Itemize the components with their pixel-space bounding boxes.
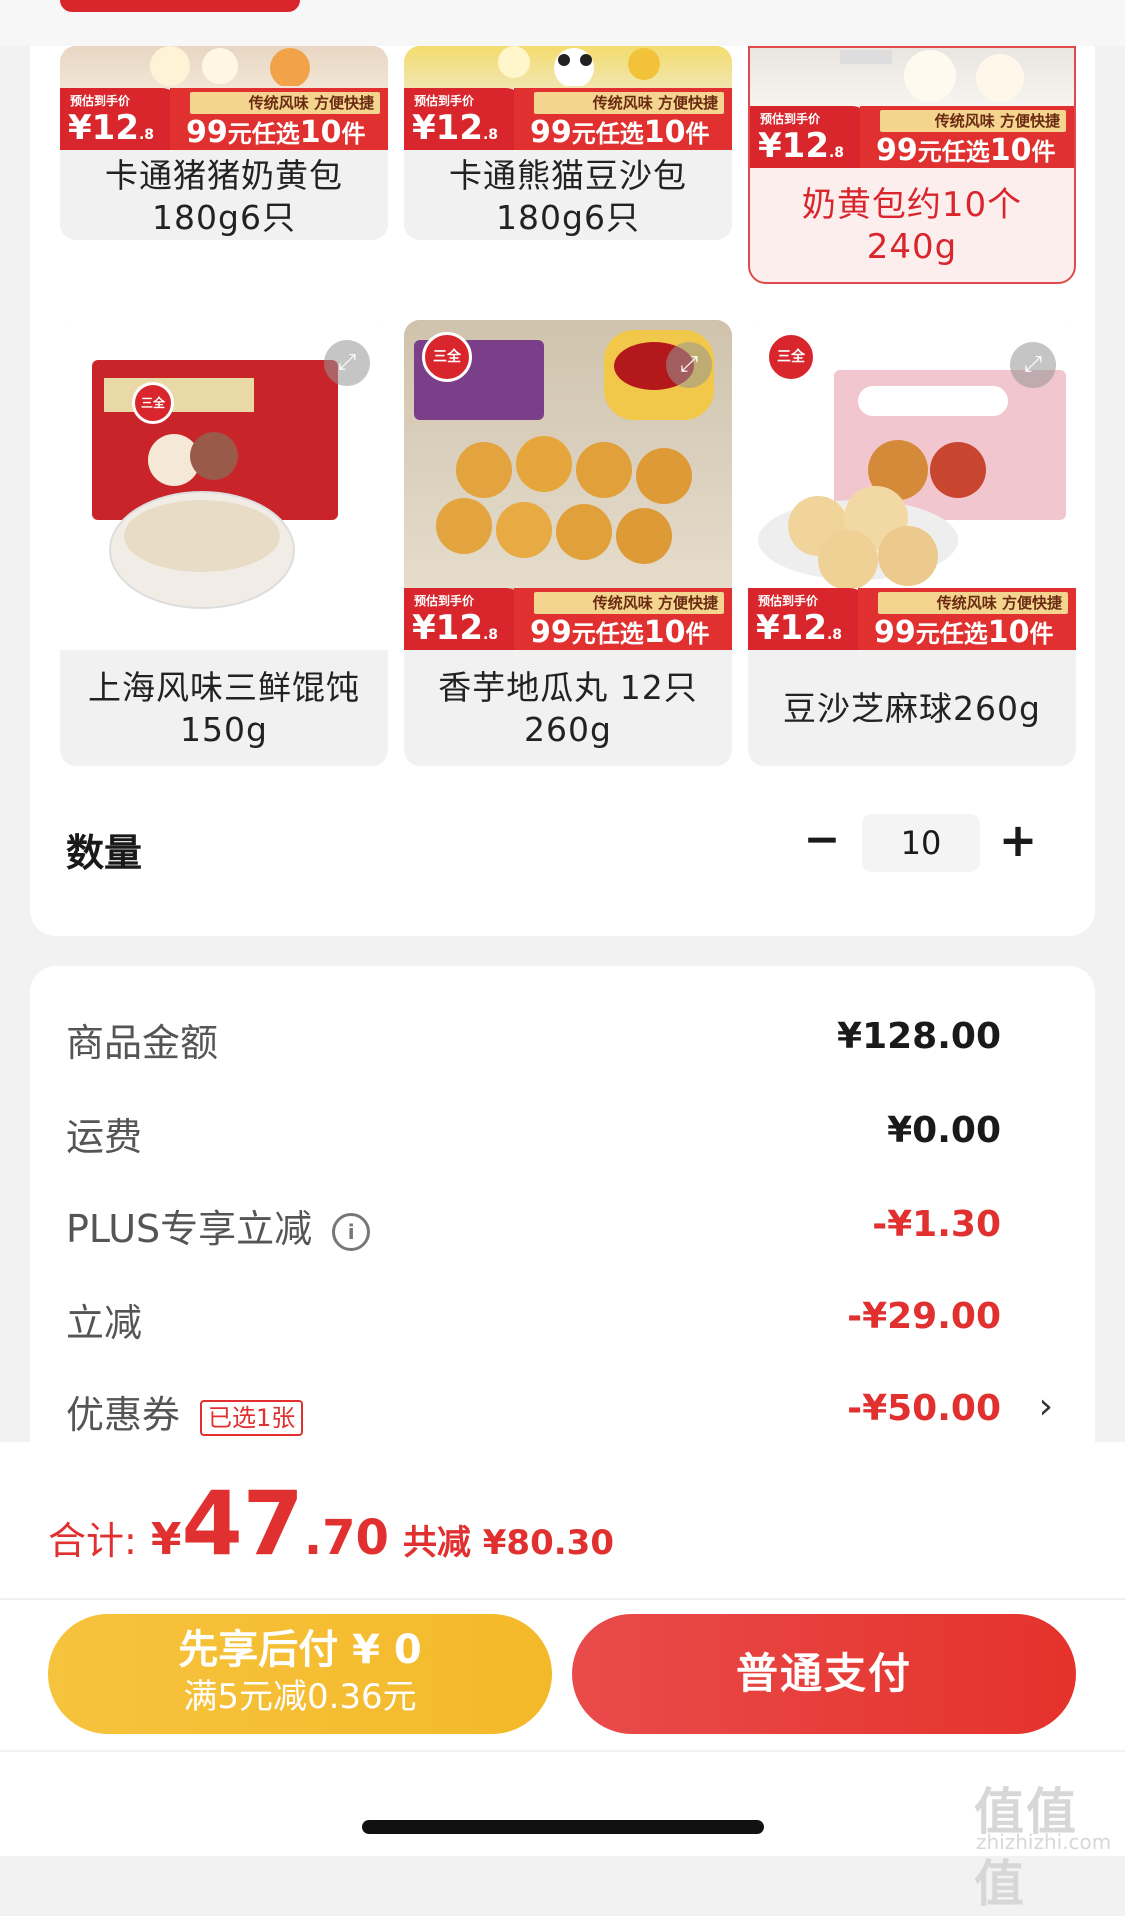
tagline: 传统风味 方便快捷 [190, 92, 380, 114]
chevron-right-icon[interactable]: › [1039, 1386, 1053, 1427]
currency-symbol: ¥ [150, 1514, 182, 1565]
total-integer: 47 [181, 1472, 304, 1575]
product-image: 三全 ⤢ 传统风味 方便快捷 预估到手价 ¥12.8 99元任选10件 [748, 320, 1076, 650]
tagline: 传统风味 方便快捷 [880, 110, 1066, 132]
product-image: 三全 ⤢ 传统风味 方便快捷 预估到手价 ¥12.8 99元任选10件 [404, 320, 732, 650]
tagline: 传统风味 方便快捷 [534, 92, 724, 114]
price-banner: 传统风味 方便快捷 预估到手价 ¥12.8 99元任选10件 [404, 88, 732, 150]
price-banner: 传统风味 方便快捷 预估到手价 ¥12.8 99元任选10件 [750, 106, 1074, 168]
estimated-price: ¥12.8 [412, 608, 499, 648]
total-savings: 共减 ¥80.30 [402, 1523, 614, 1563]
quantity-decrease-button[interactable]: − [800, 810, 844, 870]
info-icon[interactable]: i [332, 1212, 371, 1251]
plus-discount-value: -¥1.30 [872, 1204, 1001, 1245]
quantity-increase-button[interactable]: + [996, 810, 1040, 870]
estimated-price-label: 预估到手价 [414, 94, 475, 108]
promo-text: 99元任选10件 [530, 615, 710, 650]
order-total: 合计: ¥47.70 共减 ¥80.30 [48, 1472, 614, 1575]
plus-discount-label: PLUS专享立减 [66, 1207, 313, 1251]
total-decimal: .70 [303, 1510, 389, 1566]
expand-image-icon[interactable]: ⤢ [1010, 342, 1056, 388]
estimated-price-label: 预估到手价 [70, 94, 131, 108]
promo-text: 99元任选10件 [874, 615, 1054, 650]
product-image: 三全 ⤢ [60, 320, 388, 650]
price-banner: 传统风味 方便快捷 预估到手价 ¥12.8 99元任选10件 [60, 88, 388, 150]
home-indicator[interactable] [362, 1820, 764, 1834]
pay-later-button[interactable]: 先享后付 ¥ 0 满5元减0.36元 [48, 1614, 552, 1734]
estimated-price: ¥12.8 [756, 608, 843, 648]
instant-discount-value: -¥29.00 [847, 1296, 1001, 1337]
product-name: 卡通熊猫豆沙包180g6只 [449, 156, 687, 237]
price-badge-fragment [60, 0, 300, 12]
wonton-package-illustration [92, 360, 338, 609]
quantity-input[interactable]: 10 [862, 814, 980, 872]
product-card-panda-bean-bun[interactable]: 传统风味 方便快捷 预估到手价 ¥12.8 99元任选10件 卡通熊猫豆沙包18… [404, 46, 732, 240]
estimated-price: ¥12.8 [758, 126, 845, 166]
price-banner: 传统风味 方便快捷 预估到手价 ¥12.8 99元任选10件 [404, 588, 732, 650]
pay-later-title: 先享后付 ¥ 0 [178, 1627, 422, 1673]
top-strip [0, 0, 1125, 46]
estimated-price: ¥12.8 [68, 108, 155, 148]
watermark-url: zhizhizhi.com [976, 1830, 1112, 1854]
instant-discount-label: 立减 [66, 1301, 143, 1345]
promo-text: 99元任选10件 [530, 115, 710, 150]
divider [0, 1750, 1125, 1752]
product-image: 传统风味 方便快捷 预估到手价 ¥12.8 99元任选10件 [404, 46, 732, 150]
promo-text: 99元任选10件 [876, 133, 1056, 168]
product-card-custard-bun-selected[interactable]: 传统风味 方便快捷 预估到手价 ¥12.8 99元任选10件 奶黄包约10个24… [748, 46, 1076, 284]
product-name: 奶黄包约10个240g [801, 185, 1023, 267]
brand-logo: 三全 [766, 332, 816, 382]
plus-discount-row: PLUS专享立减 i [66, 1198, 371, 1253]
normal-pay-button[interactable]: 普通支付 [572, 1614, 1076, 1734]
product-name: 卡通猪猪奶黄包180g6只 [105, 156, 343, 237]
estimated-price-label: 预估到手价 [758, 594, 819, 608]
brand-logo: 三全 [132, 382, 174, 424]
shipping-label: 运费 [66, 1115, 143, 1159]
pay-later-promo: 满5元减0.36元 [183, 1677, 417, 1717]
buns-illustration [150, 46, 310, 86]
coupon-label: 优惠券 [66, 1393, 181, 1437]
total-label: 合计: [48, 1519, 137, 1563]
shipping-value: ¥0.00 [887, 1110, 1001, 1151]
estimated-price: ¥12.8 [412, 108, 499, 148]
price-banner: 传统风味 方便快捷 预估到手价 ¥12.8 99元任选10件 [748, 588, 1076, 650]
tagline: 传统风味 方便快捷 [534, 592, 724, 614]
product-selection-card: 传统风味 方便快捷 预估到手价 ¥12.8 99元任选10件 卡通猪猪奶黄包18… [30, 46, 1095, 936]
goods-amount-value: ¥128.00 [837, 1016, 1001, 1057]
buns-illustration [840, 50, 1024, 102]
divider [0, 1598, 1125, 1600]
product-name: 豆沙芝麻球260g [783, 689, 1041, 728]
coupon-row[interactable]: 优惠券 已选1张 [66, 1384, 304, 1439]
coupon-selected-tag: 已选1张 [200, 1399, 304, 1436]
buns-illustration [498, 46, 660, 86]
product-card-shanghai-wonton[interactable]: 三全 ⤢ 上海风味三鲜馄饨150g [60, 320, 388, 766]
product-card-sesame-balls[interactable]: 三全 ⤢ 传统风味 方便快捷 预估到手价 ¥12.8 99元任选10件 豆沙芝麻… [748, 320, 1076, 766]
promo-text: 99元任选10件 [186, 115, 366, 150]
product-name: 香芋地瓜丸 12只260g [438, 668, 698, 749]
quantity-label: 数量 [66, 831, 143, 875]
product-card-pig-custard-bun[interactable]: 传统风味 方便快捷 预估到手价 ¥12.8 99元任选10件 卡通猪猪奶黄包18… [60, 46, 388, 240]
expand-image-icon[interactable]: ⤢ [666, 342, 712, 388]
product-card-taro-sweet-potato-balls[interactable]: 三全 ⤢ 传统风味 方便快捷 预估到手价 ¥12.8 99元任选10件 香芋地瓜… [404, 320, 732, 766]
product-name: 上海风味三鲜馄饨150g [88, 668, 360, 749]
estimated-price-label: 预估到手价 [760, 112, 821, 126]
tagline: 传统风味 方便快捷 [878, 592, 1068, 614]
expand-image-icon[interactable]: ⤢ [324, 340, 370, 386]
brand-logo: 三全 [422, 332, 472, 382]
goods-amount-label: 商品金额 [66, 1021, 219, 1065]
product-image: 传统风味 方便快捷 预估到手价 ¥12.8 99元任选10件 [60, 46, 388, 150]
estimated-price-label: 预估到手价 [414, 594, 475, 608]
product-image: 传统风味 方便快捷 预估到手价 ¥12.8 99元任选10件 [750, 48, 1074, 168]
coupon-value: -¥50.00 [847, 1388, 1001, 1429]
